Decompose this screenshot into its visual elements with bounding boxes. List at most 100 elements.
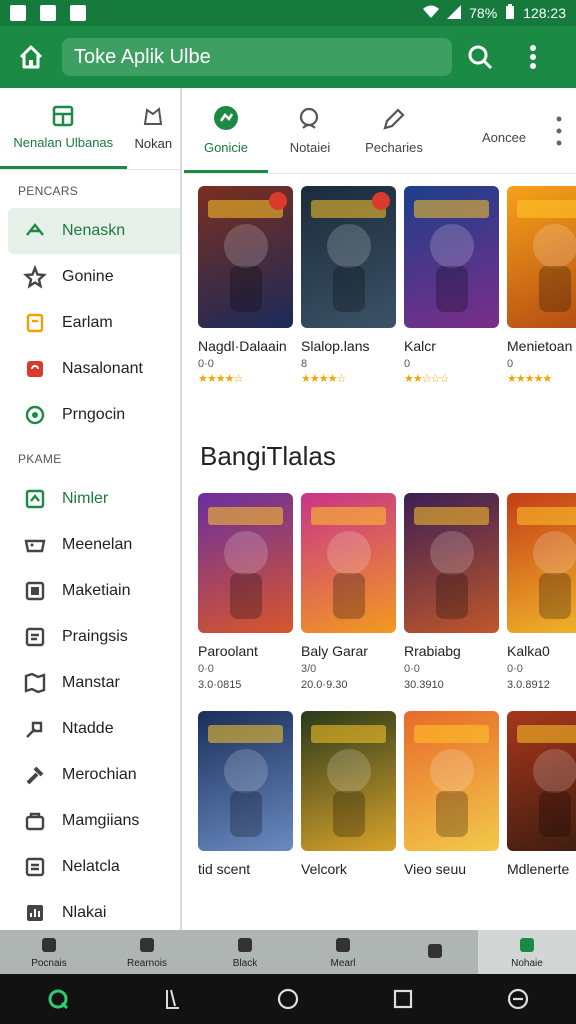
game-subtitle: 3/0	[301, 663, 317, 675]
sidebar-item-nelatcla[interactable]: Nelatcla	[0, 844, 180, 890]
sidebar-tabs: Nenalan Ulbanas Nokan	[0, 88, 180, 170]
tab-notaiei[interactable]: Notaiei	[268, 88, 352, 173]
battery-level: 78%	[469, 5, 498, 21]
bottom-nav-item[interactable]: Pocnais	[0, 930, 98, 974]
game-card[interactable]: Slalop.lans 8 ★★★★☆	[301, 186, 396, 385]
sidebar-item-gonine[interactable]: Gonine	[0, 254, 180, 300]
game-subtitle: 0·0	[198, 358, 214, 370]
sidebar-item-ntadde[interactable]: Ntadde	[0, 706, 180, 752]
game-card[interactable]: Nagdl·Dalaain 0·0 ★★★★☆	[198, 186, 293, 385]
sidebar-item-label: Nelatcla	[62, 858, 120, 875]
sidebar-item-label: Nimler	[62, 490, 109, 507]
game-meta: 20.0·9.30	[301, 679, 348, 691]
game-meta: 3.0·0815	[198, 679, 242, 691]
tab-gonicie[interactable]: Gonicie	[184, 88, 268, 173]
game-row: Paroolant 0·0 3.0·0815 Baly Garar 3/0 20.0·9.…	[184, 493, 576, 691]
search-input[interactable]: Toke Aplik Ulbe	[62, 38, 452, 76]
game-subtitle: 0·0	[507, 663, 523, 675]
hammer-icon	[22, 762, 48, 788]
sidebar-item-label: Mamgiians	[62, 812, 140, 829]
tab-aoncee[interactable]: Aoncee	[462, 88, 546, 173]
back-button[interactable]	[153, 979, 193, 1019]
nav-label: Pocnais	[31, 958, 67, 969]
tab-label: Pecharies	[365, 140, 423, 155]
sidebar-tab-label: Nokan	[134, 136, 173, 151]
sidebar-item-nimler[interactable]: Nimler	[0, 476, 180, 522]
download-icon	[22, 486, 48, 512]
bottom-nav-item[interactable]: Mearl	[294, 930, 392, 974]
game-thumbnail	[507, 493, 576, 633]
game-thumbnail	[198, 711, 293, 851]
home-icon	[19, 45, 43, 69]
bottom-nav-item[interactable]: Nohaie	[478, 930, 576, 974]
star-rating: ★★★★☆	[301, 373, 346, 385]
sidebar-item-nasalonant[interactable]: Nasalonant	[0, 346, 180, 392]
game-card[interactable]: Vieo seuu	[404, 711, 499, 877]
nav-label: Mearl	[330, 958, 356, 969]
sidebar-item-label: Merochian	[62, 766, 137, 783]
search-button[interactable]	[452, 26, 508, 88]
tab-pecharies[interactable]: Pecharies	[352, 88, 436, 173]
game-card[interactable]: Kalcr 0 ★★☆☆☆	[404, 186, 499, 385]
game-card[interactable]: Kalka0 0·0 3.0.8912	[507, 493, 576, 691]
bag-icon	[22, 808, 48, 834]
app-bar: Toke Aplik Ulbe	[0, 26, 576, 88]
nav-label: Rearnois	[126, 958, 168, 969]
sidebar-section-heading: PKAME	[18, 452, 62, 466]
circle-icon	[22, 402, 48, 428]
game-title: tid scent	[198, 861, 251, 877]
sidebar-item-mamgiians[interactable]: Mamgiians	[0, 798, 180, 844]
bottom-nav-item[interactable]: Rearnois	[98, 930, 196, 974]
sidebar-item-prngocin[interactable]: Prngocin	[0, 392, 180, 438]
sidebar-item-nenaskn[interactable]: Nenaskn	[8, 208, 180, 254]
assistant-button[interactable]	[38, 979, 78, 1019]
game-card[interactable]: Menietoan 0 ★★★★★	[507, 186, 576, 385]
sidebar-item-label: Prngocin	[62, 406, 126, 423]
bottom-nav-item[interactable]	[392, 930, 478, 974]
game-card[interactable]: tid scent	[198, 711, 293, 877]
game-subtitle: 0	[507, 358, 514, 370]
notification-icon-3	[70, 5, 86, 21]
game-card[interactable]: Velcork	[301, 711, 396, 877]
game-subtitle: 0·0	[404, 663, 420, 675]
clock: 128:23	[523, 5, 566, 21]
nav-label: Black	[232, 958, 258, 969]
recents-button[interactable]	[383, 979, 423, 1019]
main-content: Gonicie Notaiei Pecharies Aoncee Nagdl·D…	[184, 88, 576, 930]
sidebar-item-nlakai[interactable]: Nlakai	[0, 890, 180, 930]
accessibility-button[interactable]	[498, 979, 538, 1019]
nav-icon	[333, 935, 353, 958]
sidebar: Nenalan Ulbanas Nokan PENCARS Nenaskn Gon…	[0, 88, 182, 930]
sidebar-item-manstar[interactable]: Manstar	[0, 660, 180, 706]
game-card[interactable]: Mdlenerte	[507, 711, 576, 877]
sidebar-item-maketiain[interactable]: Maketiain	[0, 568, 180, 614]
home-nav-button[interactable]	[268, 979, 308, 1019]
game-card[interactable]: Paroolant 0·0 3.0·0815	[198, 493, 293, 691]
sidebar-item-meenelan[interactable]: Meenelan	[0, 522, 180, 568]
game-title: Velcork	[301, 861, 347, 877]
sidebar-item-label: Gonine	[62, 268, 114, 285]
game-subtitle: 0	[404, 358, 411, 370]
tabs-more-button[interactable]	[556, 116, 562, 151]
game-card[interactable]: Rrabiabg 0·0 30.3910	[404, 493, 499, 691]
bottom-nav-item[interactable]: Black	[196, 930, 294, 974]
sidebar-item-praingsis[interactable]: Praingsis	[0, 614, 180, 660]
gift-icon	[22, 356, 48, 382]
sidebar-tab-1[interactable]: Nokan	[127, 88, 180, 169]
game-thumbnail	[404, 493, 499, 633]
notification-icon	[10, 5, 26, 21]
overflow-menu-button[interactable]	[508, 26, 558, 88]
more-vert-icon	[530, 45, 536, 69]
map-icon	[22, 670, 48, 696]
game-card[interactable]: Baly Garar 3/0 20.0·9.30	[301, 493, 396, 691]
sidebar-item-earlam[interactable]: Earlam	[0, 300, 180, 346]
home-button[interactable]	[0, 26, 62, 88]
game-title: Menietoan	[507, 338, 573, 354]
badge-icon	[372, 192, 390, 210]
star-icon	[22, 264, 48, 290]
featured-row: Nagdl·Dalaain 0·0 ★★★★☆ Slalop.lans 8 ★★★★☆ Ka…	[184, 186, 576, 385]
more-vert-icon	[556, 116, 562, 146]
game-thumbnail	[301, 493, 396, 633]
sidebar-tab-0[interactable]: Nenalan Ulbanas	[0, 88, 127, 169]
sidebar-item-merochian[interactable]: Merochian	[0, 752, 180, 798]
